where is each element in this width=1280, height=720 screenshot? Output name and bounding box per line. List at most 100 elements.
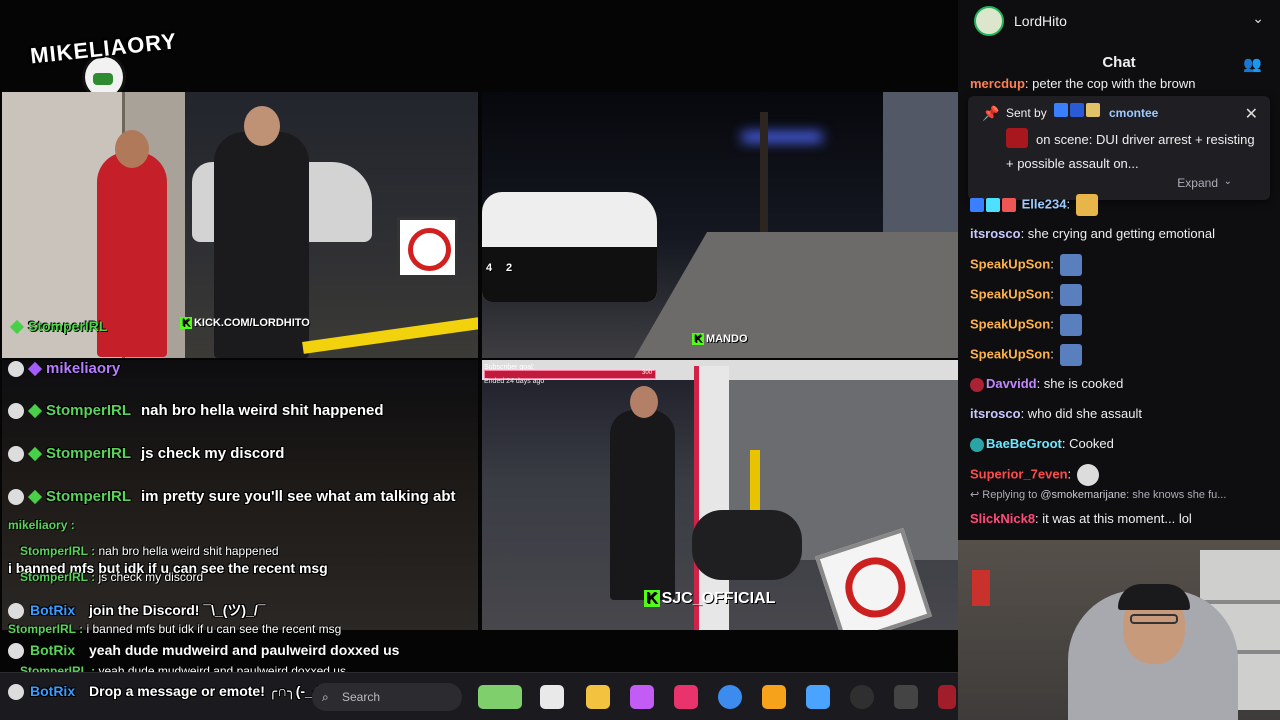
caution-tape	[302, 314, 478, 354]
skull-emote-icon	[1077, 464, 1100, 486]
small-chat-name: mikeliaory :	[8, 518, 75, 532]
overlay-chat-name: BotRix	[30, 602, 76, 618]
chat-username[interactable]: itsrosco	[970, 406, 1021, 421]
webcam-feed	[958, 540, 1280, 720]
expand-button[interactable]: Expand	[1177, 176, 1218, 190]
overlay-chat-name: mikeliaory	[46, 360, 121, 377]
avatar	[8, 603, 24, 620]
small-chat-message: js check my discord	[98, 570, 204, 584]
close-icon[interactable]: ✕	[1245, 104, 1258, 124]
chat-username[interactable]: BaeBeGroot	[986, 436, 1062, 451]
overlay-chat-line: StomperIRL js check my discord	[8, 445, 285, 463]
chat-message: Superior_7even:	[970, 464, 1100, 486]
chat-message: itsrosco: she crying and getting emotion…	[970, 224, 1215, 244]
chat-username[interactable]: SpeakUpSon	[970, 346, 1050, 361]
overlay-chat-message: im pretty sure you'll see what am talkin…	[141, 488, 456, 505]
users-icon[interactable]: 👥	[1243, 55, 1262, 73]
overlay-chat-message: yeah dude mudweird and paulweird doxxed …	[89, 642, 400, 658]
small-chat-line: StomperIRL : js check my discord	[20, 570, 203, 584]
avatar	[8, 684, 24, 701]
small-chat-name: StomperIRL :	[20, 570, 96, 584]
chat-username[interactable]: SpeakUpSon	[970, 256, 1050, 271]
file-explorer-icon[interactable]	[586, 685, 610, 709]
kick-streamer-tag: K MANDO	[692, 333, 748, 345]
overlay-chat-message: join the Discord! ¯\_(ツ)_/¯	[89, 602, 266, 618]
overlay-chat-line: StomperIRL im pretty sure you'll see what…	[8, 488, 456, 506]
small-chat-line: StomperIRL : i banned mfs but idk if u c…	[8, 622, 341, 636]
srt-icon[interactable]	[894, 685, 918, 709]
subscriber-goal-count: 300	[642, 370, 653, 376]
user-menu[interactable]: LordHito ⌄	[974, 6, 1264, 36]
chevron-down-icon[interactable]: ⌄	[1224, 176, 1232, 187]
police-emote-icon	[1059, 314, 1082, 336]
chat-username[interactable]: SpeakUpSon	[970, 286, 1050, 301]
reply-prefix: Replying to	[982, 489, 1038, 501]
task-view-icon[interactable]	[540, 685, 564, 709]
pinned-sender[interactable]: cmontee	[1109, 106, 1158, 120]
chat-message: itsrosco: who did she assault	[970, 404, 1142, 424]
avatar	[8, 446, 24, 463]
chat-username[interactable]: mercdup	[970, 76, 1025, 91]
chat-sidebar: LordHito ⌄ Chat 👥 mercdup: peter the cop…	[958, 0, 1280, 540]
user-name: LordHito	[1014, 13, 1067, 29]
emote-icon	[1076, 194, 1099, 216]
badge-icon	[1002, 198, 1016, 212]
overlay-chat-message: Drop a message or emote! ╭∩╮(-_-)╭∩╮	[89, 683, 350, 699]
taskbar-search[interactable]: ⌕ Search	[312, 683, 462, 711]
chat-username[interactable]: Elle234	[1022, 196, 1067, 211]
reply-text: : she knows she fu...	[1126, 489, 1227, 501]
reply-indicator[interactable]: ↩ Replying to @smokemarijane: she knows …	[970, 488, 1270, 501]
badge-icon	[970, 377, 984, 392]
gem-icon	[9, 320, 25, 335]
chat-text: : she crying and getting emotional	[1020, 226, 1215, 241]
badge-icon	[986, 198, 1000, 212]
app-icon[interactable]	[674, 685, 698, 709]
chat-username[interactable]: Superior_7even	[970, 466, 1068, 481]
sidewalk	[632, 232, 958, 358]
chat-username[interactable]: SlickNick8	[970, 511, 1035, 526]
app-diamond-icon[interactable]	[806, 685, 830, 709]
overlay-chat-line: BotRix yeah dude mudweird and paulweird …	[8, 642, 400, 660]
weather-widget-icon[interactable]	[478, 685, 522, 709]
obs-icon[interactable]	[850, 685, 874, 709]
gem-icon	[27, 403, 43, 419]
app-sun-icon[interactable]	[762, 685, 786, 709]
stream-view: MIKELIAORY StomperIRL K KICK.COM/LORDHITO…	[0, 0, 958, 720]
chat-username[interactable]: itsrosco	[970, 226, 1021, 241]
camera-panel-bottom-right: Subscriber goal: 300 Ended 24 days ago K…	[482, 360, 958, 630]
chat-message: SpeakUpSon:	[970, 344, 1082, 366]
camera-panel-top-right: 4 2 K MANDO	[482, 92, 958, 358]
overlay-chat-name: BotRix	[30, 683, 76, 699]
chat-username[interactable]: Davvidd	[986, 376, 1037, 391]
avatar	[8, 489, 24, 506]
no-entry-sign	[397, 217, 458, 278]
police-emote-icon	[1059, 284, 1082, 306]
chat-message: SpeakUpSon:	[970, 254, 1082, 276]
overlay-chat-name: StomperIRL	[46, 445, 132, 462]
reply-arrow-icon: ↩	[970, 489, 980, 501]
panel-streamer-tag: StomperIRL	[9, 318, 107, 335]
chevron-down-icon[interactable]: ⌄	[1252, 10, 1264, 27]
chat-message: mercdup: peter the cop with the brown	[970, 76, 1195, 91]
chat-title: Chat	[1102, 54, 1136, 71]
search-icon: ⌕	[322, 690, 329, 704]
chat-text: :	[1050, 316, 1054, 332]
seated-woman	[692, 510, 802, 580]
wall-decoration	[972, 570, 990, 606]
person-red-hoodie	[97, 130, 167, 357]
small-chat-message: i banned mfs but idk if u can see the re…	[86, 622, 342, 636]
kick-streamer-name: SJC_OFFICIAL	[661, 590, 776, 607]
app-red-icon[interactable]	[938, 685, 956, 709]
overlay-chat-message: js check my discord	[141, 445, 285, 462]
chat-text: :	[1050, 286, 1054, 302]
chat-text: : Cooked	[1061, 436, 1114, 451]
kick-logo-icon: K	[692, 333, 704, 345]
chrome-icon[interactable]	[718, 685, 742, 709]
kick-logo-icon: K	[180, 317, 192, 329]
goal-ended-text: Ended 24 days ago	[484, 378, 545, 385]
search-placeholder: Search	[342, 690, 381, 704]
pinned-message: 📌 Sent by cmontee ✕ on scene: DUI driver…	[968, 96, 1270, 200]
chat-username[interactable]: SpeakUpSon	[970, 316, 1050, 331]
copilot-icon[interactable]	[630, 685, 654, 709]
chat-message: BaeBeGroot: Cooked	[970, 434, 1114, 454]
